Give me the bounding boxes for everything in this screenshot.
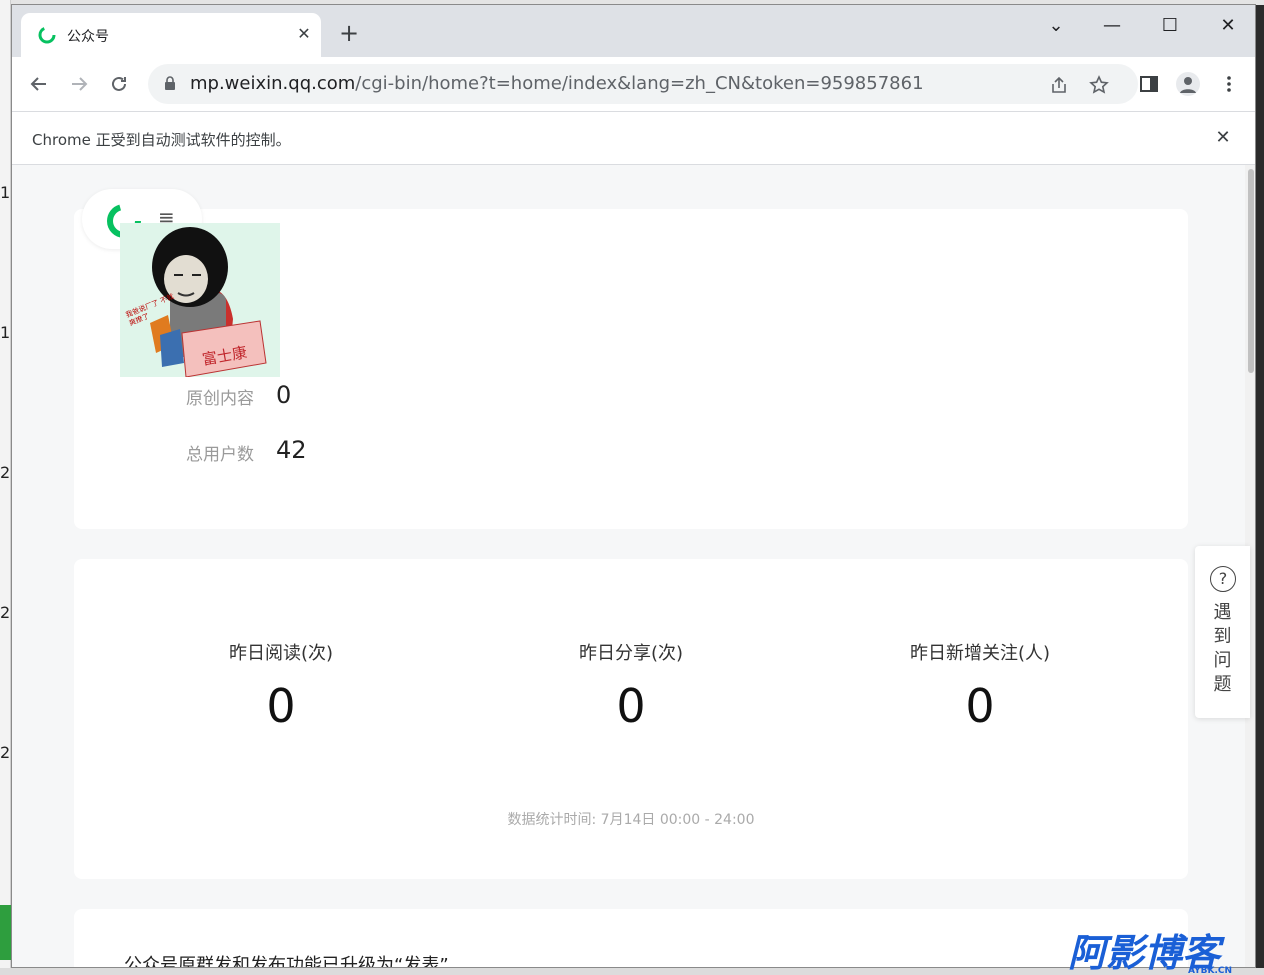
- desktop-mark: 1: [0, 323, 11, 342]
- stat-users-label: 总用户数: [186, 445, 254, 465]
- share-button[interactable]: [1046, 72, 1072, 98]
- forward-arrow-icon: [72, 77, 88, 91]
- desktop-mark: 2: [0, 463, 11, 482]
- daily-stats-card: 昨日阅读(次) 0 昨日分享(次) 0 昨日新增关注(人) 0 数据统计时间: …: [74, 559, 1188, 879]
- tab-strip: 公众号 ✕ + ⌄ — ☐ ✕: [12, 5, 1255, 57]
- minimize-button[interactable]: —: [1092, 11, 1132, 41]
- menu-button[interactable]: [1214, 69, 1244, 99]
- help-icon: ?: [1210, 566, 1236, 592]
- forward-button[interactable]: [64, 69, 94, 99]
- back-arrow-icon: [30, 77, 46, 91]
- profile-icon: [1180, 77, 1196, 93]
- stat-users-value: 42: [276, 436, 307, 464]
- profile-button[interactable]: [1176, 72, 1200, 96]
- url-text: mp.weixin.qq.com/cgi-bin/home?t=home/ind…: [190, 73, 924, 94]
- notice-card: 公众号原群发和发布功能已升级为“发表”: [74, 909, 1188, 968]
- address-bar[interactable]: mp.weixin.qq.com/cgi-bin/home?t=home/ind…: [148, 64, 1138, 104]
- help-label-char: 题: [1213, 674, 1232, 695]
- new-tab-button[interactable]: +: [335, 19, 363, 47]
- watermark-sub: AYBK.CN: [1188, 966, 1232, 975]
- tab-close-icon[interactable]: ✕: [293, 23, 315, 45]
- tab-search-button[interactable]: ⌄: [1036, 11, 1076, 41]
- stat-yesterday-read-label: 昨日阅读(次): [228, 643, 334, 664]
- lock-icon: [165, 76, 175, 90]
- help-label: 遇到问题: [1195, 601, 1250, 697]
- reload-icon: [112, 76, 126, 91]
- stat-time-note: 数据统计时间: 7月14日 00:00 - 24:00: [507, 812, 755, 828]
- maximize-button[interactable]: ☐: [1150, 11, 1190, 41]
- bookmark-button[interactable]: [1086, 72, 1112, 98]
- close-window-button[interactable]: ✕: [1208, 11, 1248, 41]
- wechat-logo-icon: [38, 26, 56, 44]
- reload-button[interactable]: [104, 69, 134, 99]
- kebab-menu-icon: [1227, 76, 1231, 92]
- browser-toolbar: mp.weixin.qq.com/cgi-bin/home?t=home/ind…: [12, 57, 1255, 111]
- help-label-char: 遇: [1213, 602, 1232, 623]
- help-label-char: 问: [1213, 650, 1232, 671]
- avatar-illustration: [120, 223, 280, 377]
- help-widget[interactable]: ? 遇到问题: [1195, 546, 1250, 718]
- infobar-close-icon[interactable]: ✕: [1211, 126, 1235, 150]
- back-button[interactable]: [24, 69, 54, 99]
- page-content: 原创内容 0 总用户数 42 ≡ 我爸说厂了 不就爽撩了 富士康 昨日阅读(次)…: [12, 165, 1245, 968]
- side-panel-button[interactable]: [1134, 69, 1164, 99]
- browser-window: 公众号 ✕ + ⌄ — ☐ ✕ mp.weixin.qq.com/cgi-bin…: [11, 4, 1256, 968]
- account-avatar: 我爸说厂了 不就爽撩了 富士康: [120, 223, 280, 377]
- side-panel-icon: [1140, 76, 1158, 92]
- stat-yesterday-follow-label: 昨日新增关注(人): [909, 643, 1051, 664]
- watermark-logo: 阿影博客 AYBK.CN: [1068, 931, 1232, 975]
- stat-yesterday-share-value: 0: [616, 679, 646, 733]
- scrollbar-thumb[interactable]: [1248, 169, 1254, 373]
- stat-yesterday-share: 昨日分享(次) 0: [481, 639, 781, 733]
- infobar-message: Chrome 正受到自动测试软件的控制。: [32, 131, 291, 149]
- stat-yesterday-follow-value: 0: [965, 679, 995, 733]
- desktop-mark: 2: [0, 603, 11, 622]
- url-host: mp.weixin.qq.com: [190, 73, 356, 94]
- url-path: /cgi-bin/home?t=home/index&lang=zh_CN&to…: [355, 73, 924, 94]
- desktop-left-edge: 1 1 2 2 2: [0, 0, 11, 975]
- automation-infobar: Chrome 正受到自动测试软件的控制。 ✕: [12, 111, 1255, 165]
- stat-yesterday-follow: 昨日新增关注(人) 0: [830, 639, 1130, 733]
- desktop-mark: 1: [0, 183, 11, 202]
- stat-yesterday-share-label: 昨日分享(次): [578, 643, 684, 664]
- tab-gongzhonghao[interactable]: 公众号 ✕: [21, 13, 321, 57]
- stat-yesterday-read: 昨日阅读(次) 0: [131, 639, 431, 733]
- desktop-green-block: [0, 905, 11, 960]
- star-icon: [1089, 75, 1109, 94]
- tab-title: 公众号: [67, 29, 109, 45]
- stat-yesterday-read-value: 0: [266, 679, 296, 733]
- share-icon: [1052, 76, 1066, 93]
- help-label-char: 到: [1213, 626, 1232, 647]
- stat-original-label: 原创内容: [186, 389, 254, 409]
- desktop-mark: 2: [0, 743, 11, 762]
- notice-text: 公众号原群发和发布功能已升级为“发表”: [124, 955, 449, 968]
- stat-original-value: 0: [276, 381, 292, 409]
